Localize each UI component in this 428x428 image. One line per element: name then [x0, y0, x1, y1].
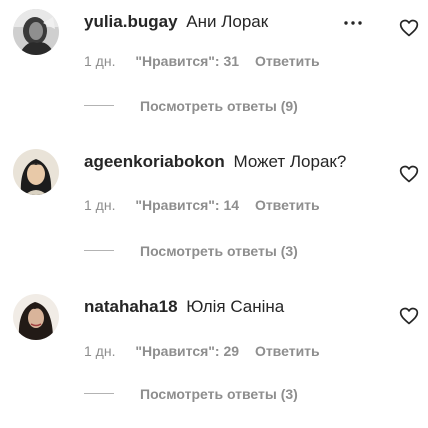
view-replies-button[interactable]: Посмотреть ответы (3) [84, 242, 298, 262]
comment-username[interactable]: natahaha18 [84, 297, 178, 316]
avatar[interactable] [13, 149, 59, 195]
user-avatar-icon [13, 294, 59, 340]
comment-username[interactable]: yulia.bugay [84, 12, 178, 31]
comment-username[interactable]: ageenkoriabokon [84, 152, 225, 171]
comment-body: natahaha18 Юлія Саніна [84, 297, 284, 317]
comment-body: ageenkoriabokon Может Лорак? [84, 152, 346, 172]
reply-button[interactable]: Ответить [255, 197, 320, 213]
reply-button[interactable]: Ответить [255, 53, 320, 69]
heart-icon[interactable] [399, 164, 419, 184]
view-replies-label: Посмотреть ответы (3) [140, 242, 298, 259]
comment-time: 1 дн. [84, 53, 116, 69]
comment-meta: 1 дн. "Нравится": 31 Ответить [84, 52, 320, 70]
comment-item: natahaha18 Юлія Саніна 1 дн. "Нравится":… [0, 285, 428, 425]
view-replies-label: Посмотреть ответы (9) [140, 97, 298, 114]
user-avatar-icon [13, 9, 59, 55]
comment-time: 1 дн. [84, 343, 116, 359]
avatar[interactable] [13, 9, 59, 55]
comment-meta: 1 дн. "Нравится": 14 Ответить [84, 196, 320, 214]
comment-text: Может Лорак? [233, 152, 347, 171]
reply-button[interactable]: Ответить [255, 343, 320, 359]
likes-count[interactable]: "Нравится": 29 [135, 343, 239, 359]
comment-item: yulia.bugay Ани Лорак 1 дн. "Нравится": … [0, 0, 428, 140]
divider [84, 250, 114, 252]
view-replies-label: Посмотреть ответы (3) [140, 385, 298, 402]
divider [84, 393, 114, 395]
divider [84, 105, 114, 107]
view-replies-button[interactable]: Посмотреть ответы (3) [84, 385, 298, 405]
heart-icon[interactable] [399, 306, 419, 326]
comment-body: yulia.bugay Ани Лорак [84, 12, 268, 32]
comment-time: 1 дн. [84, 197, 116, 213]
user-avatar-icon [13, 149, 59, 195]
avatar[interactable] [13, 294, 59, 340]
heart-icon[interactable] [399, 18, 419, 38]
comment-text: Ани Лорак [186, 12, 269, 31]
comment-item: ageenkoriabokon Может Лорак? 1 дн. "Нрав… [0, 140, 428, 280]
likes-count[interactable]: "Нравится": 31 [135, 53, 239, 69]
comment-meta: 1 дн. "Нравится": 29 Ответить [84, 342, 320, 360]
more-options-icon[interactable] [342, 13, 364, 33]
view-replies-button[interactable]: Посмотреть ответы (9) [84, 97, 298, 117]
likes-count[interactable]: "Нравится": 14 [135, 197, 239, 213]
comment-text: Юлія Саніна [186, 297, 285, 316]
